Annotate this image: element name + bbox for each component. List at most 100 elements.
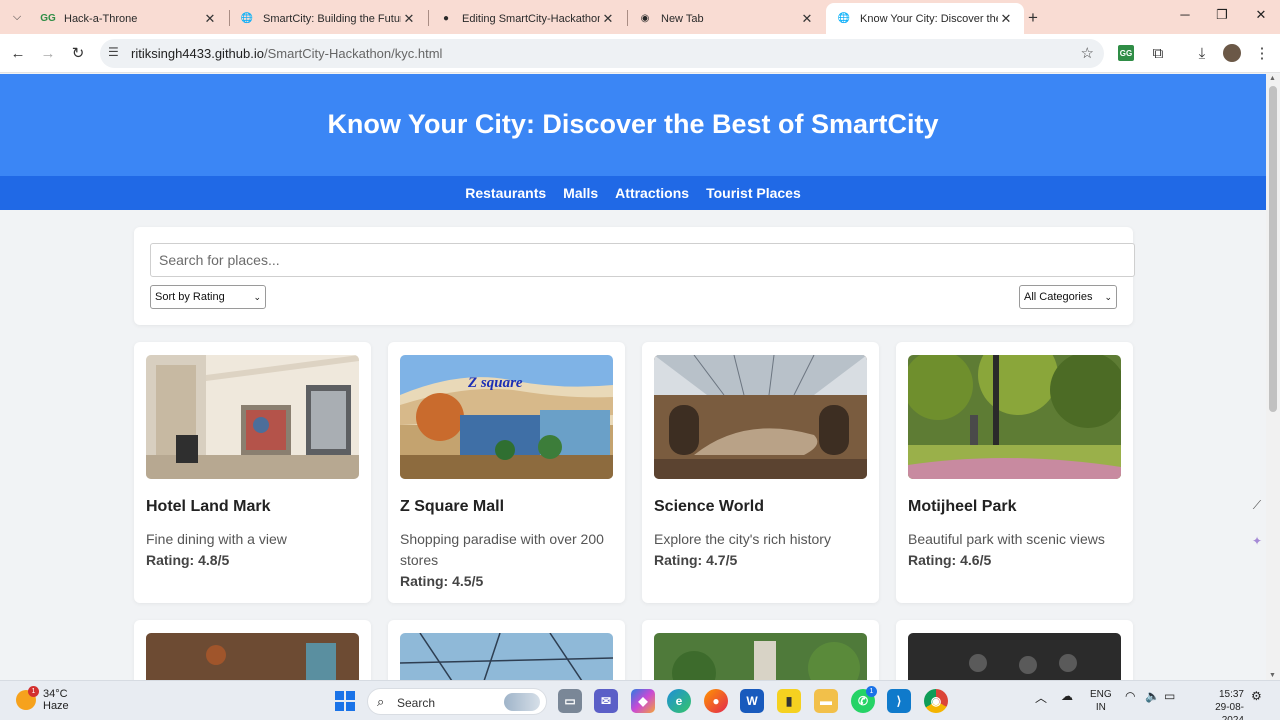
place-description-block: Fine dining with a view Rating: 4.8/5 [146,529,359,571]
place-image: Z square [400,355,613,479]
notifications-gear-icon[interactable]: ⚙ [1251,689,1262,703]
copilot-icon[interactable]: ◆ [631,689,655,713]
close-tab-icon[interactable]: ✕ [600,11,616,27]
reload-icon[interactable]: ↻ [68,43,88,63]
place-description-block: Beautiful park with scenic views Rating:… [908,529,1121,571]
firefox-icon[interactable]: ● [704,689,728,713]
file-explorer-icon[interactable]: ▬ [814,689,838,713]
chevron-down-icon: ⌄ [1104,291,1112,302]
nav-malls[interactable]: Malls [563,185,598,201]
chevron-down-icon: ⌄ [253,291,261,302]
forward-arrow-icon[interactable]: → [38,43,58,63]
weather-widget[interactable]: 34°C Haze [43,688,69,712]
place-card[interactable] [896,620,1133,680]
whatsapp-badge: 1 [866,686,877,697]
browser-toolbar: ← → ↻ ☰ ritiksingh4433.github.io/SmartCi… [0,34,1280,73]
place-description: Fine dining with a view [146,531,287,547]
tab-search-chevron-icon[interactable]: ⌵ [6,6,28,28]
download-icon[interactable]: ⤓ [1192,43,1212,63]
language-indicator[interactable]: ENG IN [1090,688,1112,714]
windows-start-icon[interactable] [335,691,355,711]
nav-attractions[interactable]: Attractions [615,185,689,201]
close-tab-icon[interactable]: ✕ [401,11,417,27]
tab-title: SmartCity: Building the Future [263,12,401,25]
gfg-extension-icon[interactable]: GG [1118,45,1134,61]
menu-kebab-icon[interactable]: ⋮ [1252,43,1272,63]
tab-hack-a-throne[interactable]: GG Hack-a-Throne ✕ [30,3,228,34]
tab-title: Hack-a-Throne [64,12,138,25]
chrome-icon[interactable]: ◉ [924,689,948,713]
site-info-icon[interactable]: ☰ [108,45,119,59]
page-title: Know Your City: Discover the Best of Sma… [327,108,939,139]
word-icon[interactable]: W [740,689,764,713]
scroll-down-icon[interactable]: ▼ [1269,672,1276,679]
tab-strip: ⌵ GG Hack-a-Throne ✕ 🌐 SmartCity: Buildi… [0,0,1280,34]
task-view-icon[interactable]: ▭ [558,689,582,713]
address-bar[interactable]: ☰ ritiksingh4433.github.io/SmartCity-Hac… [100,39,1104,68]
place-description-block: Shopping paradise with over 200 stores R… [400,529,613,592]
category-select[interactable]: All Categories ⌄ [1019,285,1117,309]
close-tab-icon[interactable]: ✕ [799,11,815,27]
vscode-icon[interactable]: ⟩ [887,689,911,713]
new-tab-plus-icon[interactable]: + [1028,8,1038,28]
side-panel-ai-icon[interactable]: ✦ [1248,532,1266,550]
search-input[interactable] [150,243,1135,277]
place-description: Beautiful park with scenic views [908,531,1105,547]
place-description: Shopping paradise with over 200 stores [400,531,604,568]
tab-title: New Tab [661,12,704,25]
weather-desc: Haze [43,700,69,712]
speaker-muted-icon[interactable]: 🔈 [1145,689,1160,703]
sticky-notes-icon[interactable]: ▮ [777,689,801,713]
close-tab-icon[interactable]: ✕ [998,11,1014,27]
main-nav: Restaurants Malls Attractions Tourist Pl… [0,176,1266,210]
sort-select[interactable]: Sort by Rating ⌄ [150,285,266,309]
web-page: Know Your City: Discover the Best of Sma… [0,74,1266,680]
place-card-science-world[interactable]: Science World Explore the city's rich hi… [642,342,879,603]
scroll-up-icon[interactable]: ▲ [1269,75,1276,82]
place-card[interactable] [134,620,371,680]
url-path: /SmartCity-Hackathon/kyc.html [263,46,443,61]
extensions-puzzle-icon[interactable]: ⧉ [1148,43,1168,63]
place-card-z-square-mall[interactable]: Z square Z Square Mall Shopping paradise… [388,342,625,603]
page-scrollbar[interactable]: ▲ ▼ [1266,74,1280,680]
place-card-motijheel-park[interactable]: Motijheel Park Beautiful park with sceni… [896,342,1133,603]
teams-chat-icon[interactable]: ✉ [594,689,618,713]
place-card[interactable] [388,620,625,680]
sort-select-value: Sort by Rating [155,291,225,303]
globe-icon: 🌐 [240,13,254,24]
edge-browser-icon[interactable]: e [667,689,691,713]
minimize-icon[interactable]: ─ [1175,7,1195,22]
place-card[interactable] [642,620,879,680]
close-window-icon[interactable]: ✕ [1251,7,1271,23]
nav-restaurants[interactable]: Restaurants [465,185,546,201]
close-tab-icon[interactable]: ✕ [202,11,218,27]
system-clock[interactable]: 15:37 29-08-2024 [1196,688,1244,720]
battery-icon[interactable]: ▭ [1164,689,1175,703]
profile-avatar[interactable] [1223,44,1241,62]
place-rating: Rating: 4.5/5 [400,573,484,589]
maximize-icon[interactable]: ❐ [1212,7,1232,23]
bookmark-star-icon[interactable]: ☆ [1081,44,1094,62]
taskbar-search[interactable]: ⌕ Search [367,688,547,715]
tab-know-your-city[interactable]: 🌐 Know Your City: Discover the Be ✕ [826,3,1024,34]
search-icon: ⌕ [377,694,385,709]
side-panel-extension-icon[interactable]: ⟋ [1248,496,1266,514]
tab-github-editing[interactable]: ● Editing SmartCity-Hackathon/R ✕ [428,3,626,34]
tab-new-tab[interactable]: ◉ New Tab ✕ [627,3,825,34]
url-text: ritiksingh4433.github.io/SmartCity-Hacka… [131,46,442,61]
weather-badge: 1 [28,686,39,697]
category-select-value: All Categories [1024,291,1093,303]
onedrive-icon[interactable]: ☁ [1061,689,1073,703]
nav-tourist-places[interactable]: Tourist Places [706,185,801,201]
tray-overflow-chevron-icon[interactable]: ︿ [1035,689,1047,706]
back-arrow-icon[interactable]: ← [8,43,28,63]
tab-title: Know Your City: Discover the Be [860,12,998,25]
wifi-icon[interactable]: ◠ [1125,689,1135,703]
place-image [400,633,613,680]
place-description-block: Explore the city's rich history Rating: … [654,529,867,571]
tab-smartcity[interactable]: 🌐 SmartCity: Building the Future ✕ [229,3,427,34]
place-image [146,633,359,680]
place-card-hotel-land-mark[interactable]: Hotel Land Mark Fine dining with a view … [134,342,371,603]
scrollbar-thumb[interactable] [1269,86,1277,412]
url-host: ritiksingh4433.github.io [131,46,264,61]
